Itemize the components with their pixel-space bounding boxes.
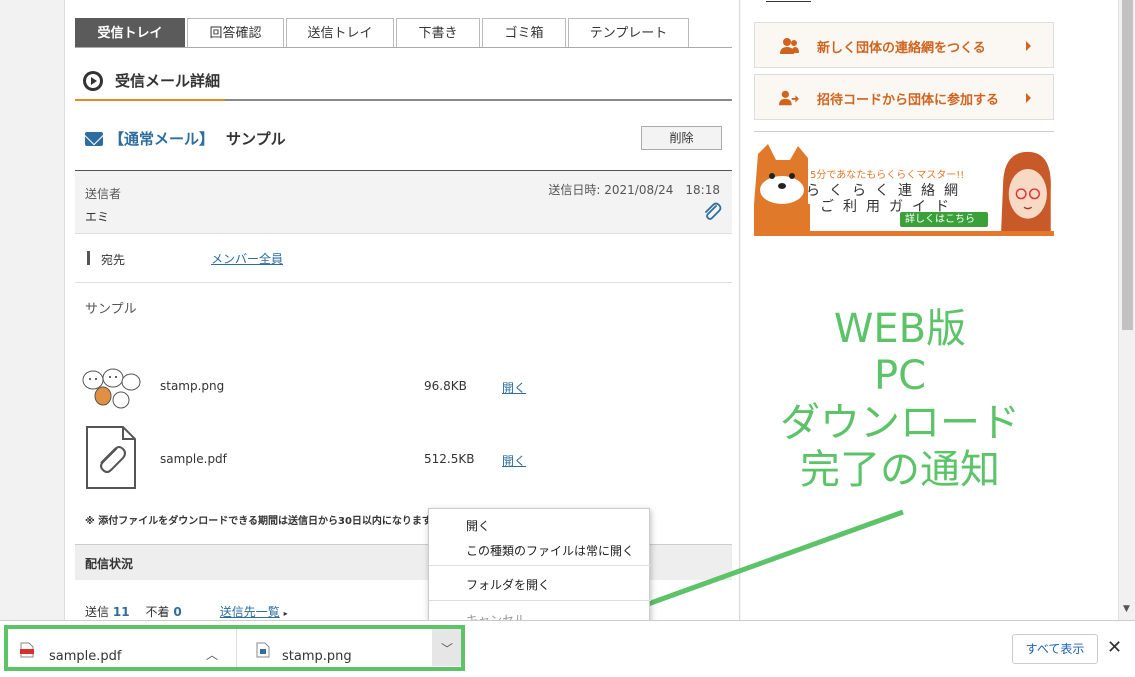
mail-title: 【通常メール】 サンプル — [85, 128, 286, 149]
scrollbar-thumb[interactable] — [1122, 0, 1133, 330]
sent-label: 送信 — [85, 605, 110, 619]
join-group-label: 招待コードから団体に参加する — [817, 93, 1000, 108]
banner-accent-bar — [754, 231, 1054, 236]
delete-button[interactable]: 削除 — [641, 126, 722, 150]
banner-subtitle: 5分であなたもらくらくマスター!! — [810, 170, 965, 181]
person-arrow-icon — [779, 90, 799, 106]
tabs-divider — [75, 47, 732, 48]
paperclip-icon — [705, 202, 722, 220]
annotation-line: WEB版 — [833, 306, 967, 352]
sender-name: エミ — [85, 210, 110, 224]
tab-drafts[interactable]: 下書き — [396, 18, 480, 48]
chevron-right-icon — [1026, 93, 1031, 103]
sent-date: 送信日時: 2021/08/24 18:18 — [548, 183, 720, 197]
menu-item-always-open[interactable]: この種類のファイルは常に開く — [466, 542, 634, 559]
menu-item-show-folder[interactable]: フォルダを開く — [466, 576, 550, 593]
create-group-button[interactable]: 新しく団体の連絡網をつくる — [754, 22, 1054, 68]
section-divider-accent — [75, 99, 225, 101]
page-scrollbar[interactable]: ▼ — [1118, 0, 1135, 620]
tab-templates[interactable]: テンプレート — [568, 18, 689, 48]
mail-body: サンプル — [85, 302, 137, 317]
person-icon — [780, 38, 799, 54]
sender-label: 送信者 — [85, 187, 122, 201]
tab-inbox[interactable]: 受信トレイ — [75, 18, 185, 48]
attachment-row: stamp.png 96.8KB 開く — [75, 358, 732, 428]
attachment-size: 512.5KB — [424, 452, 475, 466]
delivery-status-title: 配信状況 — [85, 557, 134, 571]
recipient-label: 宛先 — [101, 253, 126, 267]
recipient-marker — [87, 251, 90, 265]
section-title: 受信メール詳細 — [115, 72, 221, 90]
guide-banner[interactable]: 5分であなたもらくらくマスター!! らくらく連絡網 ご利用ガイド 詳しくはこちら — [754, 144, 1054, 236]
download-highlight-frame — [4, 625, 465, 671]
attachment-size: 96.8KB — [424, 379, 467, 393]
sidebar-divider — [754, 131, 1054, 132]
menu-item-open[interactable]: 開く — [466, 517, 490, 534]
download-context-menu: 開く この種類のファイルは常に開く フォルダを開く キャンセル — [428, 508, 651, 633]
mailbox-tabs: 受信トレイ 回答確認 送信トレイ 下書き ゴミ箱 テンプレート — [75, 18, 689, 48]
shiba-dog-illustration — [754, 144, 810, 232]
sidebar-top-link[interactable] — [766, 0, 811, 2]
failed-summary: 不着 0 — [146, 603, 182, 620]
recipient-list-link[interactable]: 送信先一覧 — [220, 605, 280, 619]
failed-label: 不着 — [145, 605, 170, 619]
tab-trash[interactable]: ゴミ箱 — [482, 18, 566, 48]
attachment-note: ※ 添付ファイルをダウンロードできる期間は送信日から30日以内になります — [85, 516, 432, 527]
attachment-row: sample.pdf 512.5KB 開く — [75, 424, 732, 494]
chevron-right-icon — [1026, 41, 1031, 51]
recipient-row: 宛先 メンバー全員 — [75, 234, 732, 283]
annotation-text: WEB版 PC ダウンロード 完了の通知 — [760, 306, 1040, 494]
delivery-status-row: 送信 11 不着 0 送信先一覧 ▸ — [85, 603, 288, 620]
annotation-line: ダウンロード — [780, 400, 1020, 446]
attachment-name: sample.pdf — [160, 452, 227, 466]
circle-arrow-icon — [83, 70, 103, 91]
mail-type: 【通常メール】 — [109, 130, 215, 148]
tab-replies[interactable]: 回答確認 — [187, 18, 284, 48]
menu-divider — [429, 600, 651, 601]
banner-details-button[interactable]: 詳しくはこちら — [900, 212, 988, 227]
sent-count: 11 — [112, 605, 130, 619]
dog-stamp-thumbnail — [82, 368, 141, 409]
annotation-line: PC — [873, 353, 927, 399]
scroll-down-arrow-icon[interactable]: ▼ — [1123, 604, 1130, 614]
sent-summary: 送信 11 — [85, 603, 130, 620]
recipient-link[interactable]: メンバー全員 — [211, 250, 283, 267]
woman-illustration — [1001, 151, 1051, 232]
annotation-line: 完了の通知 — [800, 447, 1000, 493]
join-group-button[interactable]: 招待コードから団体に参加する — [754, 74, 1054, 120]
mail-subject: サンプル — [226, 130, 286, 148]
file-clip-icon — [86, 426, 136, 489]
section-header: 受信メール詳細 — [83, 70, 220, 91]
close-icon[interactable]: ✕ — [1107, 637, 1122, 658]
failed-count: 0 — [173, 605, 182, 619]
create-group-label: 新しく団体の連絡網をつくる — [817, 41, 986, 56]
menu-divider — [429, 565, 651, 566]
tab-outbox[interactable]: 送信トレイ — [286, 18, 394, 48]
envelope-icon — [85, 131, 103, 146]
caret-right-icon: ▸ — [283, 609, 288, 618]
attachment-open-link[interactable]: 開く — [502, 452, 526, 469]
show-all-button[interactable]: すべて表示 — [1012, 634, 1098, 664]
recipient-list-group: 送信先一覧 ▸ — [220, 603, 288, 620]
attachment-name: stamp.png — [160, 379, 225, 393]
sender-info: 送信者 エミ 送信日時: 2021/08/24 18:18 — [75, 170, 732, 234]
attachment-open-link[interactable]: 開く — [502, 379, 526, 396]
